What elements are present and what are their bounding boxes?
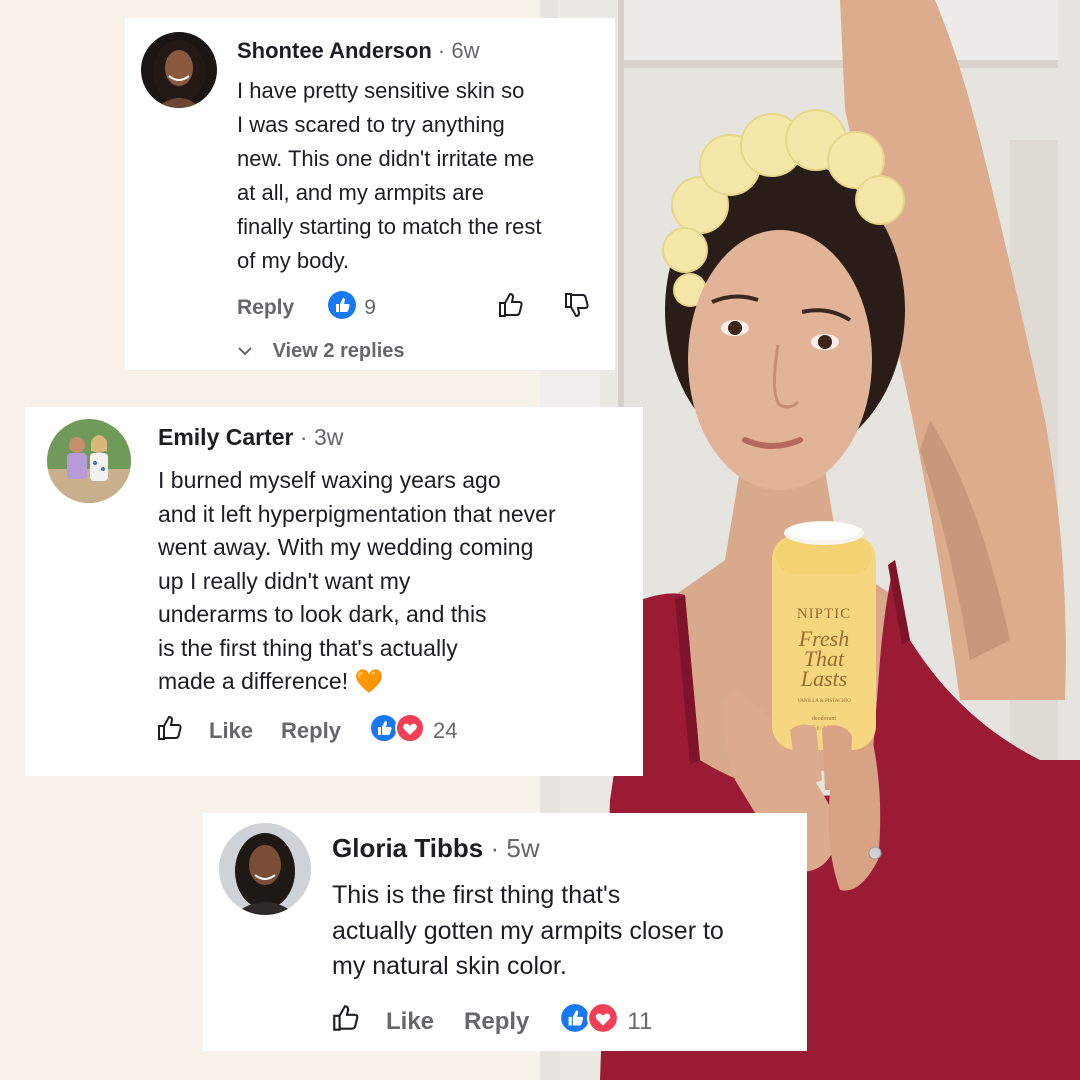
comment-line: went away. With my wedding coming (158, 534, 534, 560)
comment-line: actually gotten my armpits closer to (332, 916, 724, 945)
comment-line: I was scared to try anything (237, 112, 505, 137)
reply-button[interactable]: Reply (237, 296, 294, 320)
author-name[interactable]: Shontee Anderson (237, 38, 432, 63)
avatar-image (47, 419, 131, 503)
product-scent: VANILLA & PISTACHIO (797, 699, 851, 704)
reaction-count: 11 (627, 1007, 653, 1035)
comment-line: my natural skin color. (332, 952, 567, 980)
avatar[interactable] (47, 419, 131, 503)
comment-line: I burned myself waxing years ago (158, 467, 501, 493)
comment-line: of my body. (237, 248, 350, 273)
thumbs-up-icon[interactable] (496, 290, 526, 326)
comment-line: I have pretty sensitive skin so (237, 78, 525, 103)
chevron-down-icon (237, 340, 253, 363)
comment-header: Emily Carter · 3w (158, 424, 343, 451)
comment-line: made a difference! 🧡 (158, 668, 384, 694)
separator-dot: · (299, 424, 308, 450)
view-replies-link[interactable]: View 2 replies (237, 340, 405, 363)
avatar[interactable] (219, 823, 311, 915)
comment-header: Shontee Anderson · 6w (237, 38, 479, 64)
love-reaction-icon[interactable] (394, 713, 425, 749)
comment-actions: Like Reply 24 (155, 713, 457, 749)
comment-line: up I really didn't want my (158, 567, 411, 594)
timestamp[interactable]: 6w (451, 38, 479, 63)
comment-card-shontee: Shontee Anderson · 6w I have pretty sens… (125, 18, 615, 370)
author-name[interactable]: Emily Carter (158, 424, 294, 450)
avatar-image (141, 32, 217, 108)
like-button[interactable]: Like (209, 718, 253, 744)
comment-line: is the first thing that's actually (158, 634, 458, 661)
timestamp[interactable]: 5w (506, 833, 539, 863)
comment-line: underarms to look dark, and this (158, 601, 487, 627)
reply-button[interactable]: Reply (281, 718, 341, 744)
product-type: deodorant (812, 716, 836, 722)
comment-actions: Like Reply 11 (330, 1002, 652, 1041)
reaction-count: 24 (432, 718, 458, 743)
comment-header: Gloria Tibbs · 5w (332, 833, 540, 864)
avatar-image (219, 823, 311, 915)
timestamp[interactable]: 3w (314, 424, 343, 450)
thumbs-up-icon[interactable] (330, 1002, 362, 1041)
like-reaction-icon[interactable] (328, 291, 357, 325)
author-name[interactable]: Gloria Tibbs (332, 833, 483, 863)
product-brand: NIPTIC (797, 606, 851, 622)
comment-line: new. This one didn't irritate me (237, 146, 535, 171)
comment-line: finally starting to match the rest (237, 214, 542, 239)
reply-button[interactable]: Reply (464, 1008, 529, 1036)
comment-card-emily: Emily Carter · 3w I burned myself waxing… (25, 407, 643, 776)
view-replies-label: View 2 replies (272, 340, 405, 362)
comment-actions: Reply 9 (237, 290, 592, 326)
comment-card-gloria: Gloria Tibbs · 5w This is the first thin… (203, 813, 807, 1051)
thumbs-up-icon[interactable] (155, 713, 185, 749)
like-button[interactable]: Like (386, 1008, 434, 1036)
comment-text: I have pretty sensitive skin so I was sc… (237, 74, 541, 278)
love-reaction-icon[interactable] (587, 1002, 620, 1041)
comment-line: and it left hyperpigmentation that never (158, 500, 556, 527)
product-name-line3: Lasts (800, 666, 847, 691)
comment-line: at all, and my armpits are (237, 180, 484, 205)
thumbs-down-icon[interactable] (562, 290, 592, 326)
separator-dot: · (437, 38, 446, 63)
avatar[interactable] (141, 32, 217, 108)
reaction-count: 9 (364, 296, 376, 319)
comment-text: I burned myself waxing years ago and it … (158, 464, 556, 699)
comment-line: This is the first thing that's (332, 881, 621, 909)
comment-text: This is the first thing that's actually … (332, 878, 724, 985)
separator-dot: · (490, 833, 500, 863)
